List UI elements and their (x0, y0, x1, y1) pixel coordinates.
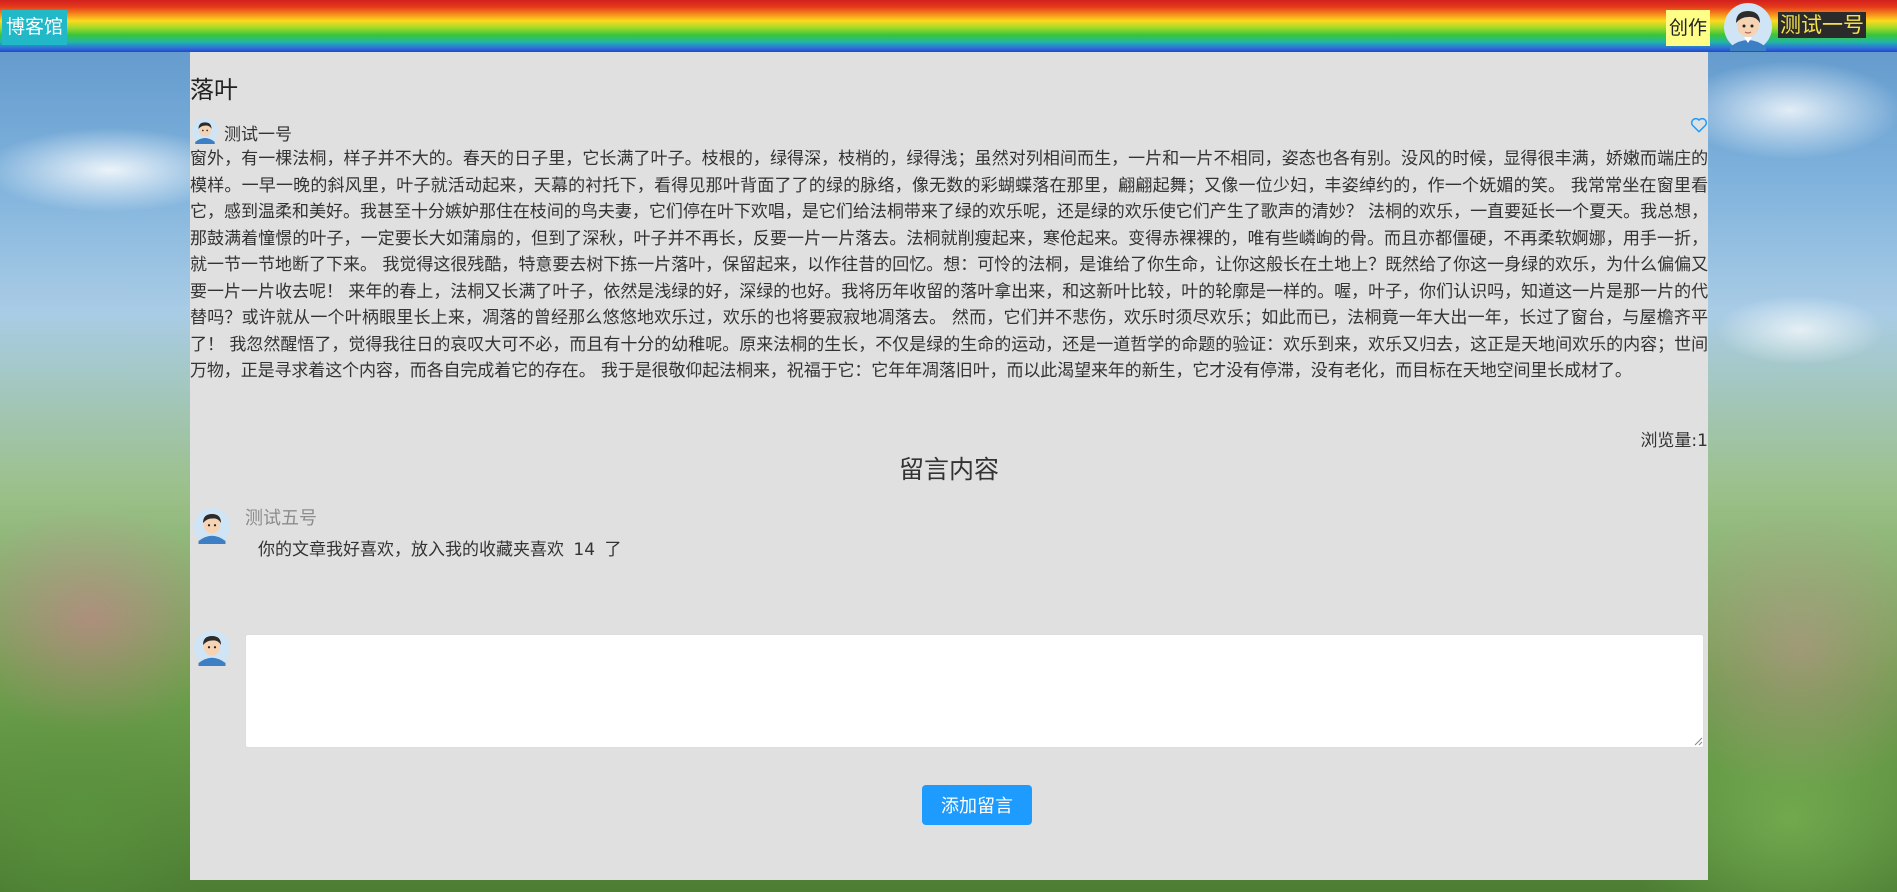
create-button[interactable]: 创作 (1666, 10, 1710, 46)
comments-heading: 留言内容 (898, 455, 999, 484)
article-body: 窗外，有一棵法桐，样子并不大的。春天的日子里，它长满了叶子。枝根的，绿得深，枝梢… (190, 149, 1708, 381)
add-comment-button[interactable]: 添加留言 (922, 785, 1032, 825)
heart-icon[interactable] (1690, 116, 1708, 134)
article-author: 测试一号 (224, 125, 292, 145)
view-count-label: 浏览量: (1640, 431, 1698, 451)
top-navbar: 博客馆 创作 测试一号 (0, 0, 1897, 52)
comment-username: 测试五号 (245, 508, 317, 529)
comment-input[interactable] (245, 634, 1704, 748)
reply-avatar-icon (194, 630, 230, 666)
comment-text: 你的文章我好喜欢，放入我的收藏夹喜欢 14 了 (258, 540, 622, 560)
view-count-value: 1 (1697, 431, 1708, 451)
article-title: 落叶 (190, 76, 238, 104)
article-panel: 落叶 测试一号 窗外，有一棵法桐，样子并不大的。春天的日子里，它长满了叶子。枝根… (190, 52, 1708, 880)
user-avatar-icon[interactable] (1724, 3, 1772, 51)
current-username[interactable]: 测试一号 (1778, 12, 1866, 38)
brand-logo-link[interactable]: 博客馆 (2, 10, 68, 45)
commenter-avatar-icon (194, 508, 230, 544)
view-count: 浏览量:1 (1640, 426, 1708, 451)
author-avatar-icon (192, 118, 218, 144)
resize-grip-icon[interactable] (1693, 736, 1703, 746)
